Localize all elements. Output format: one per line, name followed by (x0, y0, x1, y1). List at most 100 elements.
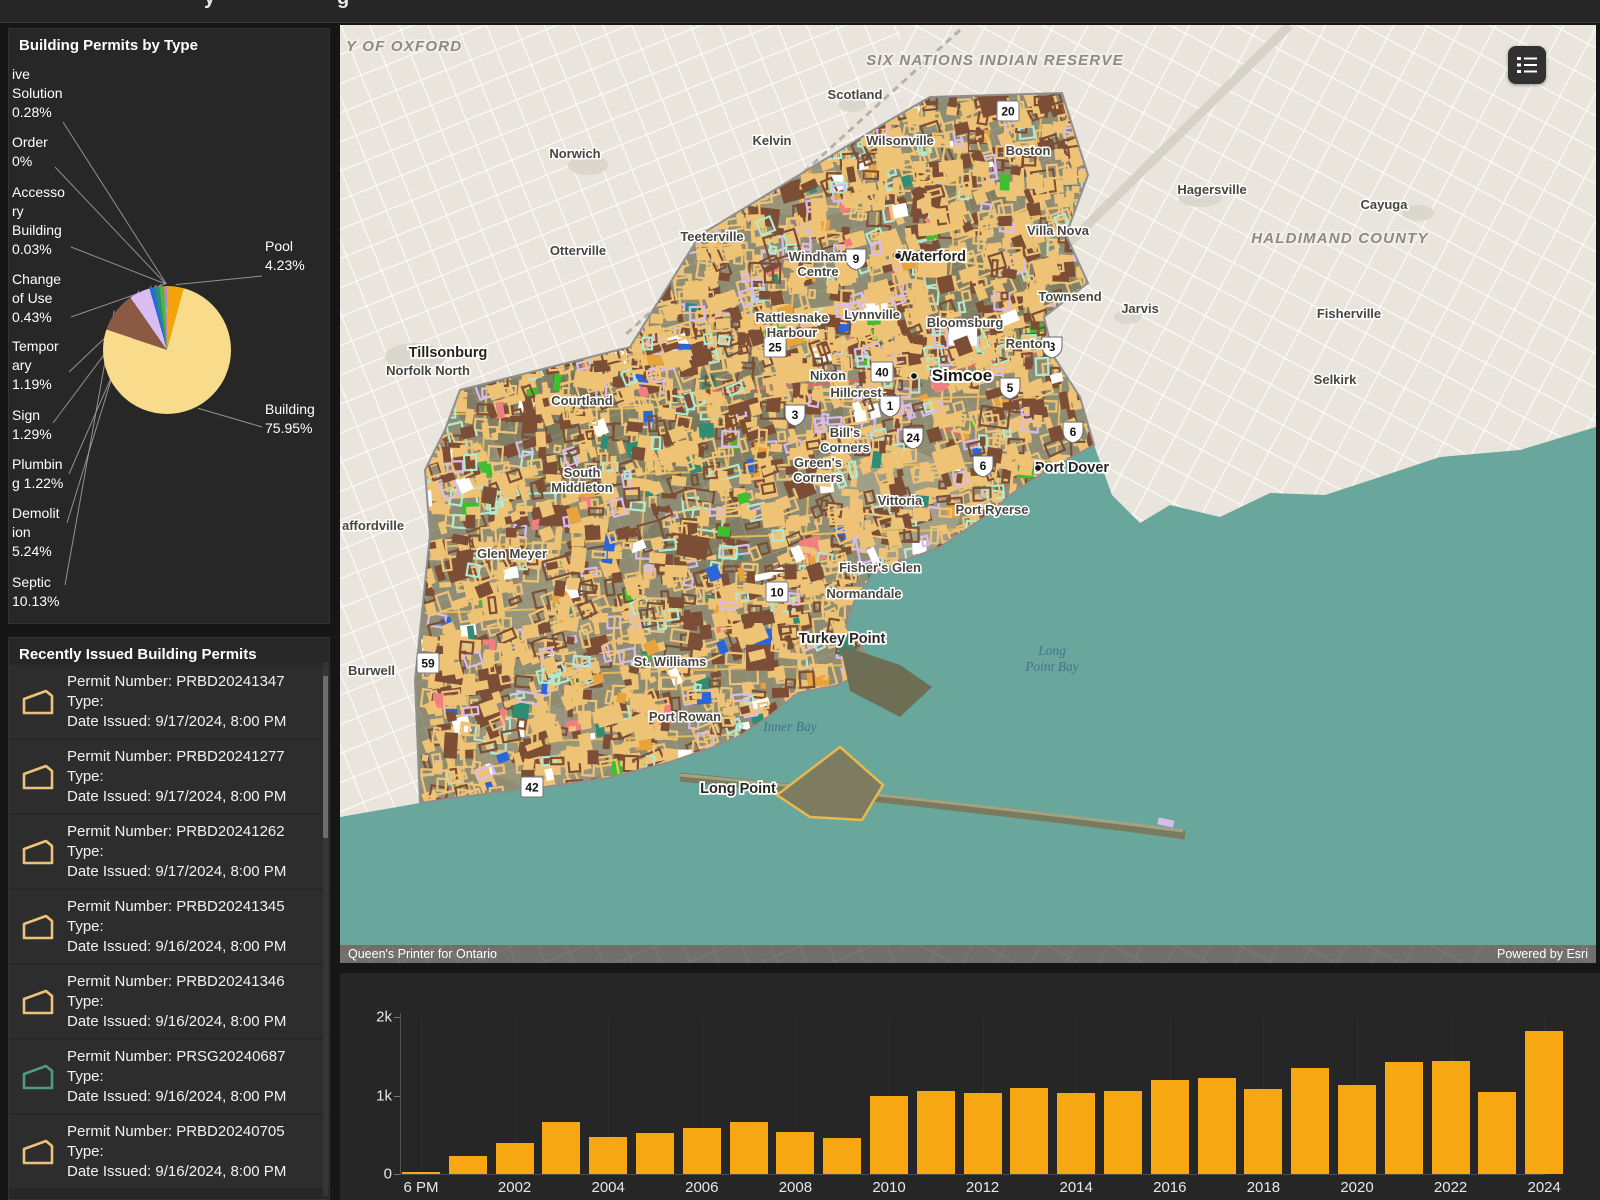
svg-text:Villa Nova: Villa Nova (1027, 223, 1090, 238)
pie-slice-label: Building 75.95% (265, 400, 315, 438)
svg-text:Lynnville: Lynnville (844, 307, 900, 322)
svg-text:9: 9 (853, 252, 860, 266)
svg-text:HALDIMAND COUNTY: HALDIMAND COUNTY (1251, 230, 1429, 247)
parcel-polygon-icon (9, 912, 67, 942)
svg-text:Inner Bay: Inner Bay (762, 719, 817, 734)
legend-button[interactable] (1508, 46, 1546, 84)
attribution-right: Powered by Esri (1497, 947, 1588, 961)
bar-2009[interactable] (823, 1138, 861, 1174)
bar-2002[interactable] (496, 1143, 534, 1174)
bar-2005[interactable] (636, 1133, 674, 1174)
bar-2017[interactable] (1198, 1078, 1236, 1174)
road-marker: 40 (871, 362, 893, 382)
bar-2001[interactable] (449, 1156, 487, 1174)
bar-2011[interactable] (917, 1091, 955, 1174)
y-axis-tick-label: 2k (352, 1009, 392, 1026)
bar-2014[interactable] (1057, 1093, 1095, 1174)
road-marker: 25 (764, 337, 786, 357)
y-axis (400, 1013, 401, 1174)
bar-2023[interactable] (1478, 1092, 1516, 1174)
pie-slice-label: Demolit ion 5.24% (12, 504, 59, 561)
permits-panel-title: Recently Issued Building Permits (19, 646, 257, 663)
map-panel: .lbl-region{font:italic 700 15px "Libera… (340, 25, 1596, 963)
recent-permits-panel: Recently Issued Building Permits Permit … (8, 637, 330, 1200)
permit-text: Permit Number: PRBD20241262 Type: Date I… (67, 822, 286, 882)
svg-text:Long Point: Long Point (700, 781, 776, 797)
road-marker: 59 (417, 653, 439, 673)
map-attribution: Queen's Printer for Ontario Powered by E… (340, 945, 1596, 963)
svg-text:Simcoe: Simcoe (932, 366, 992, 385)
svg-text:Cayuga: Cayuga (1361, 197, 1409, 212)
bar-2016[interactable] (1151, 1080, 1189, 1174)
bar-2013[interactable] (1010, 1088, 1048, 1174)
permit-list-item[interactable]: Permit Number: PRBD20240705 Type: Date I… (9, 1115, 329, 1188)
bar-2003[interactable] (542, 1122, 580, 1174)
bar-2007[interactable] (730, 1122, 768, 1174)
svg-text:59: 59 (421, 657, 435, 671)
permit-list-item[interactable]: Permit Number: PRBD20241345 Type: Date I… (9, 890, 329, 963)
svg-text:WindhamCentre: WindhamCentre (789, 249, 847, 279)
permits-timeline-chart-panel: 6 PM200220042006200820102012201420162018… (340, 973, 1600, 1200)
svg-text:Vittoria: Vittoria (878, 493, 923, 508)
svg-text:3: 3 (792, 408, 799, 422)
svg-text:Renton: Renton (1006, 336, 1051, 351)
bar-2000[interactable] (402, 1172, 440, 1174)
pie-slice-label: Change of Use 0.43% (12, 270, 61, 327)
parcel-polygon-icon (9, 1062, 67, 1092)
svg-text:Port Rowan: Port Rowan (649, 709, 721, 724)
pie-chart[interactable] (103, 286, 231, 414)
x-axis-tick-label: 2018 (1228, 1179, 1298, 1196)
pie-slice-label: Sign 1.29% (12, 406, 52, 444)
title-fragment: y (204, 0, 215, 10)
svg-text:6: 6 (1070, 425, 1077, 439)
x-axis-tick-label: 2008 (760, 1179, 830, 1196)
permit-text: Permit Number: PRSG20240687 Type: Date I… (67, 1047, 286, 1107)
scrollbar-thumb[interactable] (323, 676, 328, 838)
bar-2022[interactable] (1432, 1061, 1470, 1174)
svg-text:42: 42 (525, 781, 539, 795)
permit-list: Permit Number: PRBD20241347 Type: Date I… (9, 665, 329, 1190)
svg-text:Otterville: Otterville (550, 243, 606, 258)
road-marker: 42 (521, 777, 543, 797)
x-axis (400, 1174, 1545, 1175)
bar-2021[interactable] (1385, 1062, 1423, 1174)
svg-text:5: 5 (1007, 381, 1014, 395)
attribution-left: Queen's Printer for Ontario (348, 947, 497, 961)
svg-text:Bloomsburg: Bloomsburg (927, 315, 1004, 330)
bar-2004[interactable] (589, 1137, 627, 1174)
bar-2024[interactable] (1525, 1031, 1563, 1174)
svg-text:Waterford: Waterford (898, 249, 966, 265)
permit-list-item[interactable]: Permit Number: PRBD20241262 Type: Date I… (9, 815, 329, 888)
pie-chart-panel: Building Permits by Type Pool 4.23%Build… (8, 28, 330, 624)
svg-text:Glen Meyer: Glen Meyer (477, 546, 547, 561)
svg-text:1: 1 (887, 399, 894, 413)
bar-2020[interactable] (1338, 1085, 1376, 1174)
map-canvas[interactable]: .lbl-region{font:italic 700 15px "Libera… (340, 25, 1596, 963)
svg-text:20: 20 (1001, 105, 1015, 119)
svg-text:6: 6 (980, 459, 987, 473)
svg-text:Nixon: Nixon (810, 368, 846, 383)
svg-text:10: 10 (770, 586, 784, 600)
x-axis-tick-label: 2016 (1135, 1179, 1205, 1196)
svg-text:Fisherville: Fisherville (1317, 306, 1381, 321)
permit-list-item[interactable]: Permit Number: PRBD20241277 Type: Date I… (9, 740, 329, 813)
svg-text:Fisher's Glen: Fisher's Glen (839, 560, 921, 575)
permit-list-item[interactable]: Permit Number: PRSG20240687 Type: Date I… (9, 1040, 329, 1113)
parcel-polygon-icon (9, 762, 67, 792)
bar-2010[interactable] (870, 1096, 908, 1175)
svg-text:Turkey Point: Turkey Point (799, 631, 886, 647)
permit-list-item[interactable]: Permit Number: PRBD20241347 Type: Date I… (9, 665, 329, 738)
pie-slice-label: Pool 4.23% (265, 237, 305, 275)
x-axis-tick-label: 6 PM (386, 1179, 456, 1196)
permit-list-item[interactable]: Permit Number: PRBD20241346 Type: Date I… (9, 965, 329, 1038)
bar-2012[interactable] (964, 1093, 1002, 1174)
x-axis-tick-label: 2010 (854, 1179, 924, 1196)
bar-2019[interactable] (1291, 1068, 1329, 1174)
bar-2008[interactable] (776, 1132, 814, 1174)
bar-2015[interactable] (1104, 1091, 1142, 1174)
parcel-polygon-icon (9, 987, 67, 1017)
bar-2006[interactable] (683, 1128, 721, 1174)
bar-2018[interactable] (1244, 1089, 1282, 1174)
svg-text:Green'sCorners: Green'sCorners (793, 455, 843, 485)
y-axis-tick (394, 1096, 400, 1097)
